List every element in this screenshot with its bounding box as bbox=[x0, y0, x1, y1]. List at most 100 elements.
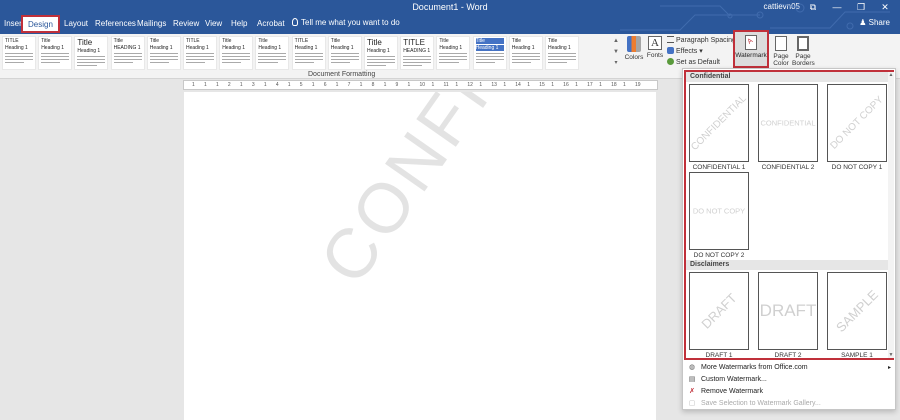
watermark-option[interactable]: DO NOT COPY DO NOT COPY 1 bbox=[827, 84, 887, 171]
body-text-line bbox=[403, 65, 423, 66]
tab-layout[interactable]: Layout bbox=[64, 18, 88, 32]
body-text-line bbox=[511, 53, 540, 54]
set-as-default-button[interactable]: Set as Default bbox=[667, 58, 720, 66]
style-set-thumbnail[interactable]: Title Heading 1 bbox=[219, 36, 254, 70]
style-set-thumbnail[interactable]: Title Heading 1 bbox=[436, 36, 471, 70]
style-set-thumbnail[interactable]: Title Heading 1 bbox=[364, 36, 398, 70]
ruler-tick-label: 6 bbox=[323, 82, 327, 88]
style-set-heading: HEADING 1 bbox=[403, 48, 431, 54]
ruler-tick-label: 4 bbox=[275, 82, 279, 88]
watermark-preview-text: SAMPLE bbox=[833, 287, 881, 335]
menu-item-globe[interactable]: ◍ More Watermarks from Office.com ▸ bbox=[685, 362, 893, 374]
body-text-line bbox=[475, 59, 504, 60]
watermark-preview-text: DO NOT COPY bbox=[828, 94, 886, 152]
fonts-label: Fonts bbox=[646, 52, 664, 59]
tab-view[interactable]: View bbox=[205, 18, 222, 32]
watermark-preview-text: DRAFT bbox=[759, 301, 817, 320]
document-formatting-label: Document Formatting bbox=[308, 71, 376, 78]
watermark-preview: DRAFT bbox=[758, 272, 818, 350]
body-text-line bbox=[149, 53, 178, 54]
body-text-line bbox=[258, 62, 278, 63]
style-gallery-scroll[interactable]: ▲ ▼ ▾ bbox=[612, 36, 620, 70]
tab-acrobat[interactable]: Acrobat bbox=[257, 18, 285, 32]
watermark-option[interactable]: SAMPLE SAMPLE 1 bbox=[827, 272, 887, 359]
colors-button[interactable]: Colors bbox=[624, 36, 644, 61]
body-text-line bbox=[113, 53, 142, 54]
ruler-tick-label: 1 bbox=[239, 82, 243, 88]
watermark-preview: CONFIDENTIAL bbox=[689, 84, 749, 162]
scroll-up-arrow-icon[interactable]: ▲ bbox=[888, 72, 894, 78]
style-set-thumbnail[interactable]: Title Heading 1 bbox=[146, 36, 181, 70]
document-page[interactable]: CONFIDENTIAL bbox=[184, 92, 656, 420]
body-text-line bbox=[294, 62, 314, 63]
gallery-scrollbar[interactable]: ▲ ▼ bbox=[888, 72, 894, 358]
body-text-line bbox=[186, 59, 214, 60]
circuit-pattern-decoration bbox=[620, 3, 890, 31]
page-borders-button[interactable]: Page Borders bbox=[792, 36, 815, 67]
horizontal-ruler[interactable]: 1 1 1 2 1 3 1 4 1 5 1 6 1 7 1 8 1 9 1 10 1 11 1 12 1 13 1 14 1 15 1 16 1… bbox=[183, 80, 658, 90]
tab-references[interactable]: References bbox=[95, 18, 136, 32]
theme-fonts-icon: A bbox=[648, 36, 662, 50]
ruler-tick-label: 1 bbox=[192, 82, 195, 88]
style-set-thumbnail[interactable]: Title Heading 1 bbox=[74, 36, 109, 70]
menu-item-custom-watermark[interactable]: ▤ Custom Watermark... bbox=[685, 374, 893, 386]
body-text-line bbox=[330, 62, 350, 63]
effects-button[interactable]: Effects ▾ bbox=[667, 47, 703, 55]
scroll-down-arrow-icon[interactable]: ▼ bbox=[888, 352, 894, 358]
colors-label: Colors bbox=[624, 54, 644, 61]
share-button[interactable]: ♟ Share bbox=[859, 18, 890, 27]
watermark-option[interactable]: CONFIDENTIAL CONFIDENTIAL 2 bbox=[758, 84, 818, 171]
style-set-thumbnail[interactable]: Title Heading 1 bbox=[508, 36, 543, 70]
style-set-title: Title bbox=[548, 38, 558, 44]
watermark-option[interactable]: DRAFT DRAFT 1 bbox=[689, 272, 749, 359]
tell-me-search[interactable]: Tell me what you want to do bbox=[292, 18, 400, 27]
scroll-down-icon[interactable]: ▼ bbox=[612, 47, 620, 58]
scroll-up-icon[interactable]: ▲ bbox=[612, 36, 620, 47]
watermark-option[interactable]: DO NOT COPY DO NOT COPY 2 bbox=[689, 172, 749, 259]
body-text-line bbox=[41, 59, 70, 60]
style-set-thumbnail[interactable]: Title Heading 1 bbox=[545, 36, 579, 70]
style-set-thumbnail[interactable]: TITLE Heading 1 bbox=[2, 36, 36, 70]
style-set-thumbnail[interactable]: Title Heading 1 bbox=[327, 36, 362, 70]
style-set-title: Title bbox=[475, 38, 504, 44]
body-text-line bbox=[186, 56, 214, 57]
body-text-line bbox=[511, 59, 540, 60]
style-set-thumbnail[interactable]: Title Heading 1 bbox=[255, 36, 290, 70]
ruler-tick-label: 15 bbox=[539, 82, 545, 88]
style-set-thumbnail[interactable]: Title Heading 1 bbox=[38, 36, 73, 70]
style-set-thumbnail[interactable]: Title HEADING 1 bbox=[110, 36, 145, 70]
ruler-tick-label: 9 bbox=[395, 82, 399, 88]
watermark-button[interactable]: Watermark bbox=[733, 30, 769, 68]
fonts-button[interactable]: A Fonts bbox=[646, 36, 664, 59]
style-set-thumbnail[interactable]: TITLE Heading 1 bbox=[183, 36, 217, 70]
style-set-heading: Heading 1 bbox=[186, 45, 209, 51]
ruler-tick-label: 17 bbox=[587, 82, 593, 88]
ruler-tick-label: 2 bbox=[227, 82, 231, 88]
watermark-preview: DO NOT COPY bbox=[689, 172, 749, 250]
body-text-line bbox=[5, 56, 33, 57]
style-set-thumbnail[interactable]: TITLE Heading 1 bbox=[291, 36, 326, 70]
tab-review[interactable]: Review bbox=[173, 18, 199, 32]
ruler-tick-label: 10 bbox=[419, 82, 426, 88]
paragraph-spacing-label: Paragraph Spacing ▾ bbox=[676, 37, 742, 44]
tab-design[interactable]: Design bbox=[21, 15, 60, 33]
tab-mailings[interactable]: Mailings bbox=[137, 18, 166, 32]
section-heading-disclaimers: Disclaimers bbox=[686, 260, 891, 270]
watermark-option[interactable]: DRAFT DRAFT 2 bbox=[758, 272, 818, 359]
more-icon[interactable]: ▾ bbox=[612, 58, 620, 69]
body-text-line bbox=[475, 56, 504, 57]
tab-help[interactable]: Help bbox=[231, 18, 247, 32]
body-text-line bbox=[41, 62, 61, 63]
style-set-thumbnail[interactable]: Title Heading 1 bbox=[472, 36, 507, 70]
watermark-option[interactable]: CONFIDENTIAL CONFIDENTIAL 1 bbox=[689, 84, 749, 171]
style-set-thumbnail[interactable]: TITLE HEADING 1 bbox=[400, 36, 435, 70]
body-text-line bbox=[367, 59, 395, 60]
watermark-caption: DRAFT 2 bbox=[774, 352, 802, 359]
paragraph-spacing-button[interactable]: Paragraph Spacing ▾ bbox=[667, 36, 741, 44]
menu-item-remove-watermark[interactable]: ✗ Remove Watermark bbox=[685, 386, 893, 398]
watermark-preview: DRAFT bbox=[689, 272, 749, 350]
effects-icon bbox=[667, 47, 674, 54]
body-text-line bbox=[258, 53, 287, 54]
body-text-line bbox=[403, 59, 432, 60]
body-text-line bbox=[149, 62, 169, 63]
